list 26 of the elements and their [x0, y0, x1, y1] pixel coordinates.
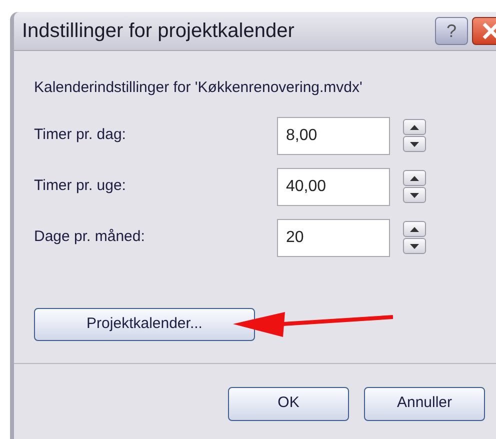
field-label: Timer pr. uge: [34, 176, 127, 196]
number-field[interactable]: 8,00 [277, 116, 390, 154]
up-triangle-icon [410, 124, 419, 130]
down-triangle-icon [410, 244, 419, 248]
down-triangle-icon [410, 142, 419, 146]
spin-up-button[interactable] [403, 170, 426, 186]
number-field[interactable]: 20 [277, 218, 390, 256]
up-triangle-icon [410, 226, 419, 232]
spin-up-button[interactable] [403, 119, 426, 135]
heading-text: Kalenderindstillinger for 'Køkkenrenovering.mvdx' [34, 78, 364, 98]
spin-down-button[interactable] [403, 238, 426, 254]
up-triangle-icon [410, 176, 419, 180]
close-icon [482, 22, 496, 40]
window-title: Indstillinger for projektkalender [22, 19, 296, 44]
project-calendar-button[interactable]: Projektkalender... [34, 308, 255, 340]
spin-down-button[interactable] [403, 136, 426, 152]
cancel-button[interactable]: Annuller [364, 386, 485, 420]
help-button[interactable]: ? [435, 17, 468, 45]
number-field[interactable]: 40,00 [277, 168, 390, 206]
ok-button[interactable]: OK [228, 386, 349, 420]
spin-up-button[interactable] [403, 221, 426, 237]
field-label: Dage pr. måned: [34, 227, 146, 248]
down-triangle-icon [410, 192, 419, 198]
field-label: Timer pr. dag: [34, 125, 127, 146]
spin-down-button[interactable] [403, 187, 426, 203]
arrow-icon [233, 311, 393, 337]
